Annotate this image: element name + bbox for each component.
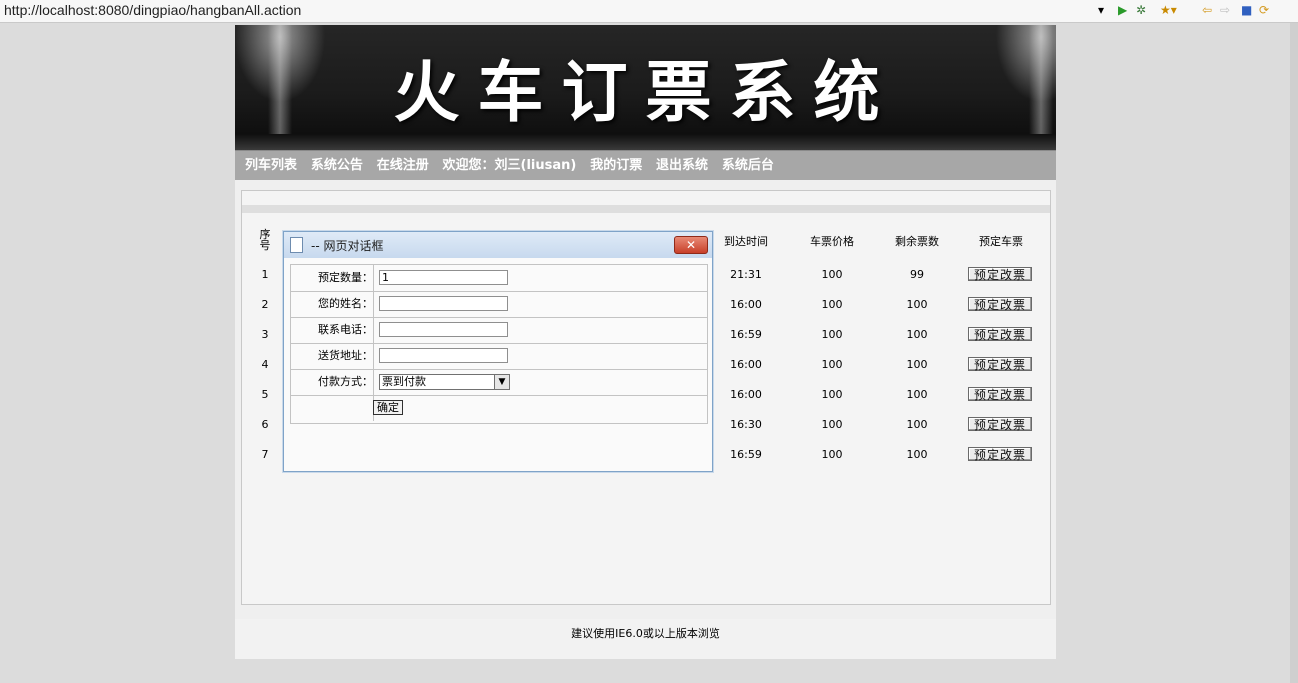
row-arrive-time: 16:00	[730, 358, 762, 371]
nav-item-register[interactable]: 在线注册	[377, 151, 429, 180]
banner-title: 火车订票系统	[393, 53, 898, 131]
row-remaining: 100	[906, 388, 928, 401]
refresh-icon[interactable]: ⟳	[1259, 3, 1269, 17]
row-price: 100	[821, 388, 843, 401]
row-price: 100	[821, 448, 843, 461]
row-arrive-time: 16:00	[730, 388, 762, 401]
booking-dialog: -- 网页对话框 ✕ 预定数量： 您的姓名： 联系电话： 送货地址： 付款方式：…	[283, 231, 713, 472]
form-row-submit	[291, 395, 707, 421]
row-arrive-time: 16:00	[730, 298, 762, 311]
form-row-payment: 付款方式： 票到付款 ▼	[291, 369, 707, 396]
form-row-address: 送货地址：	[291, 343, 707, 370]
row-price: 100	[821, 418, 843, 431]
url-field[interactable]: http://localhost:8080/dingpiao/hangbanAl…	[4, 2, 301, 18]
stop-icon[interactable]: ■	[1241, 3, 1252, 17]
row-price: 100	[821, 268, 843, 281]
address-label: 送货地址：	[291, 343, 374, 369]
book-button[interactable]: 预定改票	[968, 417, 1032, 432]
header-book: 预定车票	[979, 235, 1023, 248]
confirm-button[interactable]: 确定	[373, 400, 403, 415]
dialog-title: -- 网页对话框	[311, 239, 384, 253]
chevron-down-icon[interactable]: ▼	[494, 375, 509, 389]
nav-item-welcome-user: 欢迎您：刘三(liusan)	[442, 158, 577, 173]
row-index: 5	[261, 388, 269, 401]
row-arrive-time: 16:30	[730, 418, 762, 431]
star-icon[interactable]: ★▾	[1160, 3, 1177, 17]
row-price: 100	[821, 298, 843, 311]
dropdown-icon[interactable]: ▾	[1098, 3, 1104, 17]
row-price: 100	[821, 358, 843, 371]
row-price: 100	[821, 328, 843, 341]
quantity-label: 预定数量：	[291, 265, 374, 291]
book-button[interactable]: 预定改票	[968, 447, 1032, 462]
nav-item-admin[interactable]: 系统后台	[722, 151, 774, 180]
banner: 火车订票系统	[235, 25, 1056, 150]
form-row-phone: 联系电话：	[291, 317, 707, 344]
quantity-input[interactable]	[379, 270, 508, 285]
book-button[interactable]: 预定改票	[968, 387, 1032, 402]
payment-select[interactable]: 票到付款 ▼	[379, 374, 510, 390]
book-button[interactable]: 预定改票	[968, 327, 1032, 342]
content-header-strip	[242, 205, 1050, 213]
empty-label-cell	[291, 395, 374, 421]
nav-item-train-list[interactable]: 列车列表	[245, 151, 297, 180]
row-remaining: 100	[906, 358, 928, 371]
book-button[interactable]: 预定改票	[968, 297, 1032, 312]
nav-item-announcements[interactable]: 系统公告	[311, 151, 363, 180]
header-index: 序号	[259, 228, 271, 252]
row-remaining: 100	[906, 328, 928, 341]
payment-label: 付款方式：	[291, 369, 374, 395]
play-icon[interactable]: ▶	[1118, 3, 1127, 17]
row-arrive-time: 21:31	[730, 268, 762, 281]
dialog-titlebar[interactable]: -- 网页对话框 ✕	[284, 232, 712, 258]
row-index: 7	[261, 448, 269, 461]
row-remaining: 100	[906, 298, 928, 311]
payment-selected-value: 票到付款	[382, 375, 426, 388]
form-row-quantity: 预定数量：	[291, 265, 707, 292]
back-icon[interactable]: ⇦	[1202, 3, 1212, 17]
row-remaining: 100	[906, 448, 928, 461]
footer-text: 建议使用IE6.0或以上版本浏览	[571, 627, 720, 640]
banner-floor	[235, 134, 1056, 150]
close-button[interactable]: ✕	[674, 236, 708, 254]
row-arrive-time: 16:59	[730, 448, 762, 461]
scrollbar[interactable]	[1290, 23, 1298, 683]
row-index: 2	[261, 298, 269, 311]
footer: 建议使用IE6.0或以上版本浏览	[235, 619, 1056, 659]
row-index: 4	[261, 358, 269, 371]
header-remaining: 剩余票数	[895, 235, 939, 248]
name-label: 您的姓名：	[291, 291, 374, 317]
booking-form: 预定数量： 您的姓名： 联系电话： 送货地址： 付款方式： 票到付款 ▼	[290, 264, 708, 424]
nav-bar: 列车列表 系统公告 在线注册 欢迎您：刘三(liusan) 我的订票 退出系统 …	[235, 150, 1056, 180]
row-remaining: 100	[906, 418, 928, 431]
row-index: 1	[261, 268, 269, 281]
header-arrive-time: 到达时间	[724, 235, 768, 248]
row-index: 3	[261, 328, 269, 341]
address-bar: http://localhost:8080/dingpiao/hangbanAl…	[0, 0, 1298, 23]
gear-icon[interactable]: ✲	[1136, 3, 1146, 17]
row-remaining: 99	[910, 268, 924, 281]
form-row-name: 您的姓名：	[291, 291, 707, 318]
row-arrive-time: 16:59	[730, 328, 762, 341]
phone-label: 联系电话：	[291, 317, 374, 343]
document-icon	[290, 237, 303, 253]
phone-input[interactable]	[379, 322, 508, 337]
nav-item-my-tickets[interactable]: 我的订票	[590, 151, 642, 180]
header-price: 车票价格	[810, 235, 854, 248]
row-index: 6	[261, 418, 269, 431]
book-button[interactable]: 预定改票	[968, 357, 1032, 372]
address-input[interactable]	[379, 348, 508, 363]
nav-item-logout[interactable]: 退出系统	[656, 151, 708, 180]
book-button[interactable]: 预定改票	[968, 267, 1032, 282]
name-input[interactable]	[379, 296, 508, 311]
forward-icon[interactable]: ⇨	[1220, 3, 1230, 17]
